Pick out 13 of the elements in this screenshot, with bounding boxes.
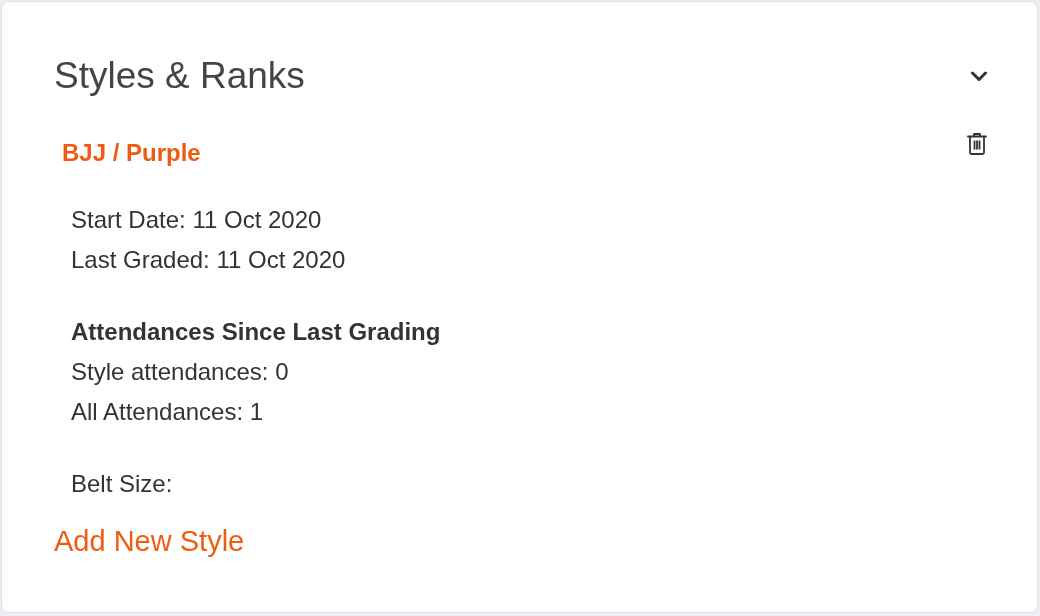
chevron-down-icon <box>971 70 987 82</box>
date-text: Start Date: 11 Oct 2020 <box>71 205 323 235</box>
date-text: Last Graded: 11 Oct 2020 <box>71 245 347 275</box>
collapse-button[interactable] <box>971 70 987 82</box>
style-rank-name: BJJ / Purple <box>62 138 201 168</box>
delete-button[interactable] <box>967 132 987 155</box>
attendance-heading: Attendances Since Last Grading <box>71 317 442 347</box>
attendance-count: Style attendances: 0 <box>71 357 290 387</box>
add-style-link[interactable]: Add New Style <box>54 523 245 559</box>
attendance-count: All Attendances: 1 <box>71 397 265 427</box>
belt-size-label: Belt Size: <box>71 469 174 499</box>
section-title: Styles & Ranks <box>54 54 305 98</box>
trash-icon <box>967 132 987 155</box>
